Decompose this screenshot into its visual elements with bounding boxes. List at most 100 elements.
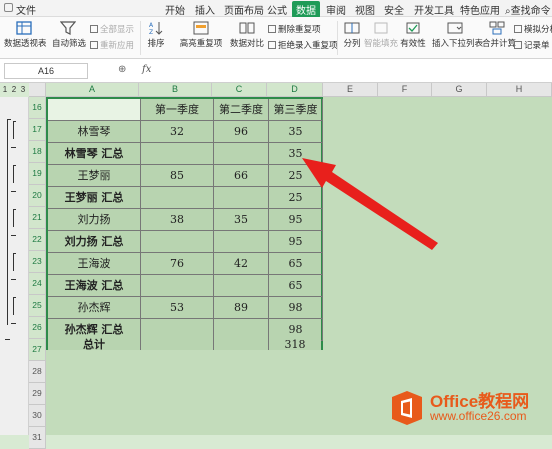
table-row-q3[interactable]: 25 <box>269 187 323 209</box>
row-header-23[interactable]: 23 <box>29 251 46 273</box>
row-header-22[interactable]: 22 <box>29 229 46 251</box>
outline-level-3[interactable]: 3 <box>19 85 27 95</box>
table-row-q2[interactable] <box>214 231 269 253</box>
table-header-q3[interactable]: 第三季度 <box>269 99 323 121</box>
consolidate-button[interactable]: 合并计算 <box>482 21 516 49</box>
table-row-q1[interactable] <box>141 275 214 297</box>
total-label[interactable]: 总计 <box>48 339 141 350</box>
tab-formulas[interactable]: 公式 <box>267 2 287 17</box>
menu-icon[interactable] <box>4 3 13 12</box>
insert-dropdown-button[interactable]: 插入下拉列表 <box>432 21 483 49</box>
column-header-c[interactable]: C <box>212 83 267 97</box>
table-row-q3[interactable]: 65 <box>269 275 323 297</box>
table-row-q3[interactable]: 65 <box>269 253 323 275</box>
tab-data[interactable]: 数据 <box>292 1 320 18</box>
column-header-b[interactable]: B <box>139 83 212 97</box>
table-header-q1[interactable]: 第一季度 <box>141 99 214 121</box>
row-header-16[interactable]: 16 <box>29 97 46 119</box>
row-header-20[interactable]: 20 <box>29 185 46 207</box>
record-sheet-button[interactable]: 记录单 <box>514 39 550 51</box>
tab-review[interactable]: 审阅 <box>326 2 346 17</box>
row-header-17[interactable]: 17 <box>29 119 46 141</box>
outline-collapse-1[interactable] <box>11 147 16 148</box>
table-row-q2[interactable]: 96 <box>214 121 269 143</box>
table-row-name[interactable]: 王海波 汇总 <box>48 275 141 297</box>
table-row-q3[interactable]: 35 <box>269 143 323 165</box>
row-header-30[interactable]: 30 <box>29 405 46 427</box>
tab-special-apps[interactable]: 特色应用 <box>460 2 500 17</box>
column-header-a[interactable]: A <box>46 83 139 97</box>
outline-collapse-4[interactable] <box>11 279 16 280</box>
tab-insert[interactable]: 插入 <box>195 2 215 17</box>
highlight-duplicates-button[interactable]: 高亮重复项 <box>178 21 224 49</box>
total-q2[interactable] <box>214 339 269 350</box>
row-header-28[interactable]: 28 <box>29 361 46 383</box>
reject-duplicates-button[interactable]: 拒绝录入重复项 <box>268 39 338 51</box>
row-header-24[interactable]: 24 <box>29 273 46 295</box>
table-row-q1[interactable] <box>141 319 214 341</box>
table-row-q3[interactable]: 25 <box>269 165 323 187</box>
total-q3[interactable]: 318 <box>269 339 321 350</box>
column-header-e[interactable]: E <box>323 83 378 97</box>
outline-collapse-5[interactable] <box>11 323 16 324</box>
zoom-icon[interactable]: ⊕ <box>118 64 126 75</box>
smart-fill-button[interactable]: 智能填充 <box>364 21 398 49</box>
table-row-q1[interactable] <box>141 231 214 253</box>
table-row-q2[interactable]: 42 <box>214 253 269 275</box>
tab-page-layout[interactable]: 页面布局 <box>224 2 264 17</box>
outline-collapse-3[interactable] <box>11 235 16 236</box>
table-row-q2[interactable]: 89 <box>214 297 269 319</box>
table-row-q2[interactable] <box>214 319 269 341</box>
outline-level-1[interactable]: 1 <box>1 85 9 95</box>
table-row-q2[interactable]: 35 <box>214 209 269 231</box>
table-row-q3[interactable]: 95 <box>269 231 323 253</box>
show-all-button[interactable]: 全部显示 <box>90 23 134 35</box>
tab-security[interactable]: 安全 <box>384 2 404 17</box>
simulate-analysis-button[interactable]: 模拟分析 <box>514 23 552 35</box>
formula-input[interactable] <box>160 63 548 79</box>
table-row-q1[interactable]: 38 <box>141 209 214 231</box>
outline-collapse-total[interactable] <box>5 339 10 340</box>
table-row-q3[interactable]: 95 <box>269 209 323 231</box>
table-row-q1[interactable] <box>141 187 214 209</box>
table-row-q2[interactable] <box>214 275 269 297</box>
sort-button[interactable]: AZ 排序 <box>146 21 166 49</box>
tab-developer[interactable]: 开发工具 <box>414 2 454 17</box>
row-header-25[interactable]: 25 <box>29 295 46 317</box>
table-row-q1[interactable]: 53 <box>141 297 214 319</box>
table-row-name[interactable]: 王海波 <box>48 253 141 275</box>
auto-filter-button[interactable]: 自动筛选 <box>52 21 86 49</box>
row-header-19[interactable]: 19 <box>29 163 46 185</box>
select-all-corner[interactable] <box>29 83 46 97</box>
column-header-h[interactable]: H <box>487 83 552 97</box>
reapply-button[interactable]: 重新应用 <box>90 39 134 51</box>
row-header-18[interactable]: 18 <box>29 141 46 163</box>
table-row-q2[interactable] <box>214 187 269 209</box>
row-header-21[interactable]: 21 <box>29 207 46 229</box>
remove-duplicates-button[interactable]: 删除重复项 <box>268 23 321 35</box>
table-row-name[interactable]: 刘力扬 <box>48 209 141 231</box>
split-column-button[interactable]: 分列 <box>342 21 362 49</box>
selected-range[interactable]: 第一季度 第二季度 第三季度 林雪琴 32 96 35 林雪琴 汇总 35 王梦… <box>46 97 323 350</box>
data-compare-button[interactable]: 数据对比 <box>228 21 266 49</box>
tab-view[interactable]: 视图 <box>355 2 375 17</box>
pivot-table-button[interactable]: 数据透视表 <box>4 21 47 49</box>
column-header-g[interactable]: G <box>432 83 487 97</box>
table-row-q1[interactable]: 85 <box>141 165 214 187</box>
cell-a16[interactable] <box>48 99 141 121</box>
table-row-name[interactable]: 孙杰辉 <box>48 297 141 319</box>
outline-collapse-2[interactable] <box>11 191 16 192</box>
name-box[interactable]: A16 <box>4 63 88 79</box>
row-header-31[interactable]: 31 <box>29 427 46 449</box>
column-header-f[interactable]: F <box>378 83 432 97</box>
row-header-27[interactable]: 27 <box>29 339 46 361</box>
file-menu[interactable]: 文件 <box>16 2 36 17</box>
search-command[interactable]: ⌕查找命令 <box>505 2 551 17</box>
tab-home[interactable]: 开始 <box>165 2 185 17</box>
table-row-name[interactable]: 刘力扬 汇总 <box>48 231 141 253</box>
table-row-q3[interactable]: 98 <box>269 297 323 319</box>
table-row-q2[interactable] <box>214 143 269 165</box>
table-row-name[interactable]: 王梦丽 <box>48 165 141 187</box>
table-row-q2[interactable]: 66 <box>214 165 269 187</box>
outline-level-2[interactable]: 2 <box>10 85 18 95</box>
